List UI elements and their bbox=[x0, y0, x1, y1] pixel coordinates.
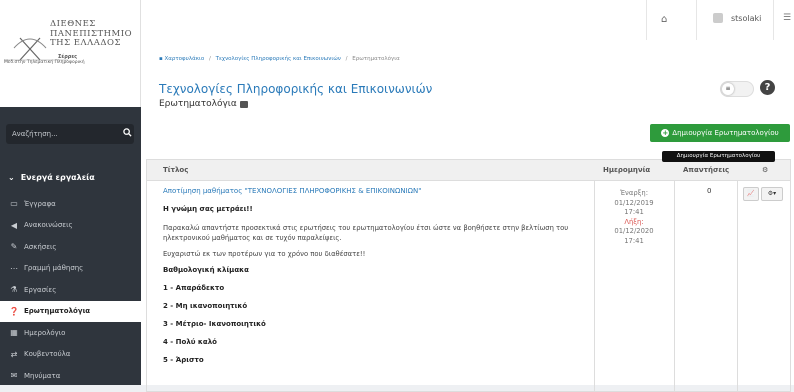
column-header-answers: Απαντήσεις bbox=[683, 166, 730, 174]
section-title: Ενεργά εργαλεία bbox=[20, 172, 95, 182]
questionnaire-heading: Η γνώμη σας μετράει!! bbox=[163, 205, 253, 213]
column-divider bbox=[674, 181, 675, 391]
exchange-icon: ⇄ bbox=[10, 349, 18, 359]
sidebar-item-exercises[interactable]: ✎ Ασκήσεις bbox=[0, 236, 141, 258]
breadcrumb-portfolio[interactable]: Χαρτοφυλάκιο bbox=[164, 56, 204, 62]
column-header-title: Τίτλος bbox=[163, 166, 189, 174]
sidebar-item-assignments[interactable]: ⚗ Εργασίες bbox=[0, 279, 141, 301]
search-icon[interactable] bbox=[120, 128, 134, 140]
chart-icon[interactable]: 📈 bbox=[743, 187, 759, 201]
sidebar-item-label: Ασκήσεις bbox=[24, 242, 57, 251]
start-date: 01/12/2019 bbox=[614, 198, 654, 207]
breadcrumb-current: Ερωτηματολόγια bbox=[352, 56, 400, 62]
chevron-down-icon: ⌄ bbox=[8, 172, 15, 182]
scale-item: 3 - Μέτριο- Ικανοποιητικό bbox=[163, 320, 266, 328]
end-date: 01/12/2020 bbox=[614, 227, 654, 236]
title-cell: Αποτίμηση μαθήματος "ΤΕΧΝΟΛΟΓΙΕΣ ΠΛΗΡΟΦΟ… bbox=[163, 187, 593, 364]
help-icon[interactable]: ? bbox=[760, 80, 775, 95]
envelope-icon: ✉ bbox=[10, 371, 18, 381]
search-placeholder: Αναζήτηση... bbox=[12, 130, 58, 138]
sidebar-item-messages[interactable]: ✉ Μηνύματα bbox=[0, 365, 141, 387]
username: stsolaki bbox=[731, 13, 762, 23]
sidebar-item-label: Γραμμή μάθησης bbox=[24, 264, 84, 273]
column-divider bbox=[594, 181, 595, 391]
divider bbox=[696, 0, 697, 40]
questionnaire-thanks: Ευχαριστώ εκ των προτέρων για το χρόνο π… bbox=[163, 250, 366, 258]
active-tools-header[interactable]: ⌄ Ενεργά εργαλεία bbox=[0, 163, 141, 191]
page-subtitle: Ερωτηματολόγια bbox=[159, 99, 248, 109]
dots-icon: ⋯ bbox=[10, 263, 18, 273]
sidebar-item-documents[interactable]: ▭ Έγγραφα bbox=[0, 193, 141, 215]
plus-icon: + bbox=[661, 129, 670, 137]
questionnaires-table: Τίτλος Ημερομηνία Απαντήσεις ⚙ Αποτίμηση… bbox=[146, 159, 791, 392]
questionnaire-link[interactable]: Αποτίμηση μαθήματος "ΤΕΧΝΟΛΟΓΙΕΣ ΠΛΗΡΟΦΟ… bbox=[163, 187, 593, 195]
questionnaire-description: Παρακαλώ απαντήστε προσεκτικά στις ερωτή… bbox=[163, 224, 569, 242]
logo-line: Μεδ.στην Τηλεματική Πληροφορική bbox=[4, 60, 85, 65]
scale-item: 5 - Άριστο bbox=[163, 356, 204, 364]
topbar: ⌂ stsolaki ☰ bbox=[141, 0, 794, 41]
create-button-label: Δημιουργία Ερωτηματολογίου bbox=[672, 129, 779, 137]
divider bbox=[646, 0, 647, 40]
answers-count: 0 bbox=[707, 187, 712, 195]
divider bbox=[773, 0, 774, 40]
sidebar: ΔΙΕΘΝΕΣ ΠΑΝΕΠΙΣΤΗΜΙΟ ΤΗΣ ΕΛΛΑΔΟΣ Σέρρες … bbox=[0, 0, 141, 385]
sidebar-item-chat[interactable]: ⇄ Κουβεντούλα bbox=[0, 344, 141, 366]
rss-icon[interactable] bbox=[239, 100, 248, 108]
briefcase-icon: ▪ bbox=[159, 56, 163, 62]
settings-header-icon: ⚙ bbox=[762, 166, 769, 174]
folder-icon: ▭ bbox=[10, 199, 18, 209]
calendar-icon: ▦ bbox=[10, 328, 18, 338]
end-time: 17:41 bbox=[624, 236, 644, 245]
sidebar-item-label: Έγγραφα bbox=[24, 199, 56, 208]
column-header-date: Ημερομηνία bbox=[603, 166, 651, 174]
sidebar-menu: ▭ Έγγραφα ◀ Ανακοινώσεις ✎ Ασκήσεις ⋯ Γραμμή… bbox=[0, 193, 141, 387]
sidebar-item-learning-path[interactable]: ⋯ Γραμμή μάθησης bbox=[0, 258, 141, 280]
sidebar-item-label: Ανακοινώσεις bbox=[24, 221, 73, 230]
flask-icon: ⚗ bbox=[10, 285, 18, 295]
sidebar-item-label: Κουβεντούλα bbox=[24, 350, 71, 359]
end-label: Λήξη: bbox=[624, 217, 644, 226]
settings-dropdown-button[interactable]: ⚙▾ bbox=[761, 187, 783, 201]
question-icon: ❓ bbox=[9, 306, 19, 316]
main-content: ▪ Χαρτοφυλάκιο / Τεχνολογίες Πληροφορική… bbox=[141, 40, 794, 392]
avatar bbox=[713, 13, 723, 23]
scale-item: 4 - Πολύ καλό bbox=[163, 338, 217, 346]
breadcrumb: ▪ Χαρτοφυλάκιο / Τεχνολογίες Πληροφορική… bbox=[159, 56, 400, 62]
create-questionnaire-button[interactable]: + Δημιουργία Ερωτηματολογίου bbox=[650, 124, 790, 142]
scale-item: 1 - Απαράδεκτο bbox=[163, 284, 225, 292]
sidebar-item-label: Ερωτηματολόγια bbox=[24, 307, 91, 316]
breadcrumb-separator: / bbox=[345, 56, 348, 62]
sidebar-item-calendar[interactable]: ▦ Ημερολόγιο bbox=[0, 322, 141, 344]
page-title: Τεχνολογίες Πληροφορικής και Επικοινωνιώ… bbox=[159, 82, 433, 96]
sidebar-item-questionnaires[interactable]: ❓ Ερωτηματολόγια bbox=[0, 300, 141, 322]
table-row: Αποτίμηση μαθήματος "ΤΕΧΝΟΛΟΓΙΕΣ ΠΛΗΡΟΦΟ… bbox=[147, 181, 790, 391]
logo-text: ΔΙΕΘΝΕΣ ΠΑΝΕΠΙΣΤΗΜΙΟ ΤΗΣ ΕΛΛΑΔΟΣ bbox=[50, 19, 140, 49]
view-toggle[interactable]: ≡ bbox=[720, 81, 754, 97]
subtitle-text: Ερωτηματολόγια bbox=[159, 99, 237, 109]
sidebar-item-label: Ημερολόγιο bbox=[24, 328, 66, 337]
logo[interactable]: ΔΙΕΘΝΕΣ ΠΑΝΕΠΙΣΤΗΜΙΟ ΤΗΣ ΕΛΛΑΔΟΣ Σέρρες … bbox=[0, 0, 141, 107]
breadcrumb-course[interactable]: Τεχνολογίες Πληροφορικής και Επικοινωνιώ… bbox=[216, 56, 341, 62]
pencil-icon: ✎ bbox=[10, 242, 18, 252]
breadcrumb-separator: / bbox=[208, 56, 211, 62]
logo-line: ΤΗΣ ΕΛΛΑΔΟΣ bbox=[50, 38, 122, 48]
date-cell: Έναρξη: 01/12/2019 17:41 Λήξη: 01/12/202… bbox=[599, 189, 669, 247]
create-tooltip: Δημιουργία Ερωτηματολογίου bbox=[662, 151, 775, 162]
scale-item: 2 - Μη ικανοποιητικό bbox=[163, 302, 248, 310]
menu-toggle-icon[interactable]: ☰ bbox=[783, 13, 791, 23]
column-divider bbox=[737, 181, 738, 391]
sidebar-item-label: Εργασίες bbox=[24, 285, 57, 294]
start-time: 17:41 bbox=[624, 208, 644, 217]
user-menu[interactable]: stsolaki bbox=[713, 13, 761, 23]
menu-toggle-icon: ≡ bbox=[722, 83, 734, 95]
megaphone-icon: ◀ bbox=[10, 220, 18, 230]
scale-title: Βαθμολογική κλίμακα bbox=[163, 266, 249, 274]
sidebar-item-label: Μηνύματα bbox=[24, 371, 61, 380]
home-icon[interactable]: ⌂ bbox=[661, 14, 667, 25]
start-label: Έναρξη: bbox=[619, 189, 649, 197]
search-input[interactable]: Αναζήτηση... bbox=[6, 124, 134, 144]
table-header: Τίτλος Ημερομηνία Απαντήσεις ⚙ bbox=[147, 160, 790, 181]
sidebar-item-announcements[interactable]: ◀ Ανακοινώσεις bbox=[0, 215, 141, 237]
